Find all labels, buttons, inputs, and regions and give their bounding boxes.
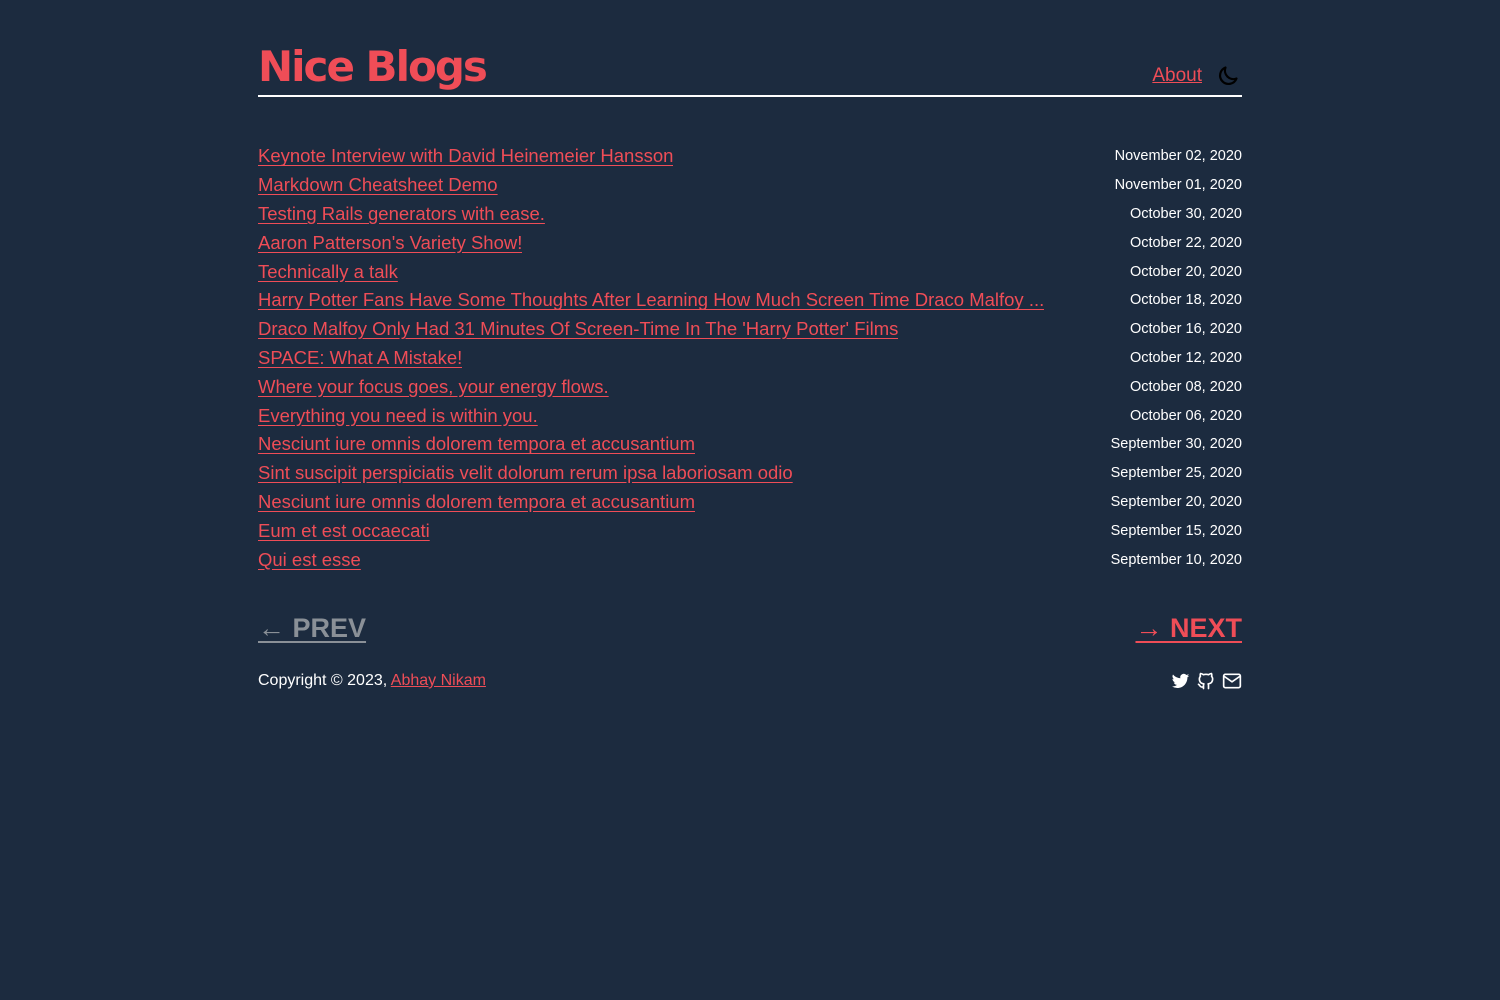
post-date: September 15, 2020 (1110, 522, 1242, 539)
page-container: Nice Blogs About Keynote Interview with … (258, 0, 1242, 690)
post-row: Nesciunt iure omnis dolorem tempora et a… (258, 430, 1242, 459)
post-date: October 16, 2020 (1129, 321, 1242, 338)
post-list: Keynote Interview with David Heinemeier … (258, 142, 1242, 574)
post-date: October 22, 2020 (1129, 234, 1242, 251)
post-title-link[interactable]: Nesciunt iure omnis dolorem tempora et a… (258, 491, 695, 513)
post-title-link[interactable]: Where your focus goes, your energy flows… (258, 376, 609, 398)
post-title-link[interactable]: Nesciunt iure omnis dolorem tempora et a… (258, 433, 695, 455)
post-date: October 08, 2020 (1129, 378, 1242, 395)
post-date: October 30, 2020 (1129, 205, 1242, 222)
site-header: Nice Blogs About (258, 0, 1242, 97)
post-row: Qui est esse September 10, 2020 (258, 545, 1242, 574)
post-date: September 30, 2020 (1110, 436, 1242, 453)
social-links (1170, 671, 1242, 691)
nav-about-link[interactable]: About (1152, 65, 1202, 87)
post-row: Nesciunt iure omnis dolorem tempora et a… (258, 488, 1242, 517)
main-nav: About (1152, 60, 1242, 92)
copyright-text: Copyright © 2023, (258, 672, 391, 689)
post-date: November 02, 2020 (1114, 148, 1242, 165)
post-date: September 20, 2020 (1110, 493, 1242, 510)
post-title-link[interactable]: Aaron Patterson's Variety Show! (258, 232, 522, 254)
author-link[interactable]: Abhay Nikam (391, 672, 486, 689)
post-date: November 01, 2020 (1114, 177, 1242, 194)
post-date: September 25, 2020 (1110, 465, 1242, 482)
github-icon[interactable] (1196, 671, 1216, 691)
post-date: October 06, 2020 (1129, 407, 1242, 424)
post-title-link[interactable]: Everything you need is within you. (258, 405, 538, 427)
post-date: October 12, 2020 (1129, 349, 1242, 366)
post-title-link[interactable]: Draco Malfoy Only Had 31 Minutes Of Scre… (258, 318, 898, 340)
post-title-link[interactable]: Harry Potter Fans Have Some Thoughts Aft… (258, 289, 1044, 311)
post-row: Eum et est occaecati September 15, 2020 (258, 516, 1242, 545)
post-row: Technically a talk October 20, 2020 (258, 257, 1242, 286)
twitter-icon[interactable] (1170, 671, 1190, 691)
post-title-link[interactable]: SPACE: What A Mistake! (258, 347, 462, 369)
post-row: Keynote Interview with David Heinemeier … (258, 142, 1242, 171)
post-row: Sint suscipit perspiciatis velit dolorum… (258, 459, 1242, 488)
post-row: Everything you need is within you. Octob… (258, 401, 1242, 430)
site-title[interactable]: Nice Blogs (258, 40, 488, 94)
post-title-link[interactable]: Testing Rails generators with ease. (258, 203, 545, 225)
post-date: October 18, 2020 (1129, 292, 1242, 309)
post-row: Testing Rails generators with ease. Octo… (258, 200, 1242, 229)
post-date: September 10, 2020 (1110, 551, 1242, 568)
next-page-link[interactable]: → NEXT (1135, 613, 1242, 644)
post-title-link[interactable]: Technically a talk (258, 261, 398, 283)
post-row: Markdown Cheatsheet Demo November 01, 20… (258, 171, 1242, 200)
moon-icon[interactable] (1214, 62, 1242, 90)
site-footer: Copyright © 2023, Abhay Nikam (258, 666, 1242, 696)
post-date: October 20, 2020 (1129, 263, 1242, 280)
post-title-link[interactable]: Keynote Interview with David Heinemeier … (258, 145, 673, 167)
mail-icon[interactable] (1222, 671, 1242, 691)
post-row: Harry Potter Fans Have Some Thoughts Aft… (258, 286, 1242, 315)
post-title-link[interactable]: Sint suscipit perspiciatis velit dolorum… (258, 462, 793, 484)
post-title-link[interactable]: Qui est esse (258, 549, 361, 571)
post-title-link[interactable]: Eum et est occaecati (258, 520, 430, 542)
post-row: Draco Malfoy Only Had 31 Minutes Of Scre… (258, 315, 1242, 344)
prev-page-link[interactable]: ← PREV (258, 613, 366, 644)
post-row: SPACE: What A Mistake! October 12, 2020 (258, 344, 1242, 373)
post-row: Where your focus goes, your energy flows… (258, 372, 1242, 401)
post-row: Aaron Patterson's Variety Show! October … (258, 228, 1242, 257)
pagination: ← PREV → NEXT (258, 608, 1242, 648)
copyright: Copyright © 2023, Abhay Nikam (258, 672, 486, 690)
post-title-link[interactable]: Markdown Cheatsheet Demo (258, 174, 498, 196)
